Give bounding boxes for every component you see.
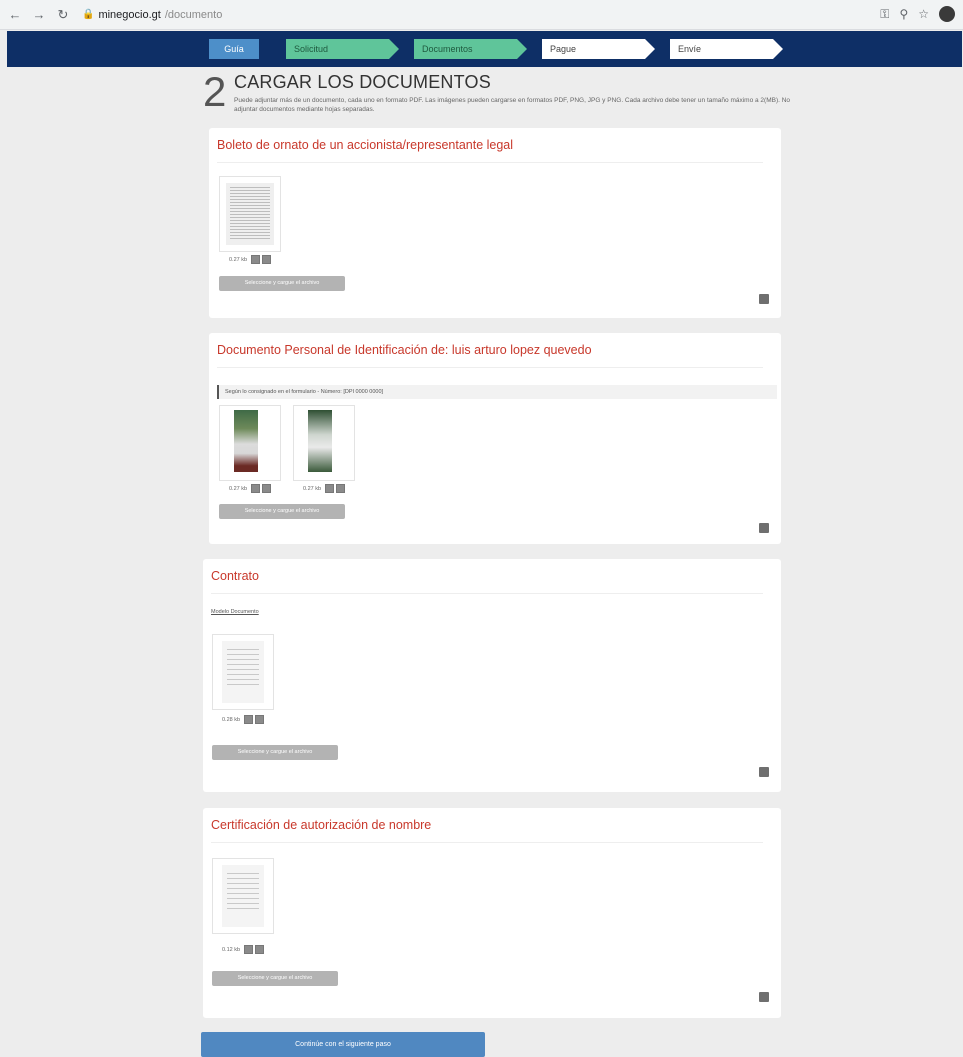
avatar[interactable] (939, 6, 955, 22)
file-size: 0.27 kb (229, 256, 248, 263)
file-meta: 0.27 kb (229, 255, 272, 264)
help-icon[interactable] (759, 294, 769, 304)
divider (211, 842, 763, 843)
step-navigation: Guía Solicitud Documentos Pague Envíe (7, 31, 962, 67)
upload-button[interactable]: Seleccione y cargue el archivo (212, 971, 338, 986)
file-thumbnail[interactable] (219, 405, 281, 481)
file-thumbnail[interactable] (212, 858, 274, 934)
document-card-certificacion: Certificación de autorización de nombre … (203, 808, 781, 1018)
divider (217, 162, 763, 163)
url-path: /documento (164, 8, 223, 21)
url-host: minegocio.gt (98, 8, 161, 21)
view-file-icon[interactable] (251, 484, 261, 493)
document-card-boleto: Boleto de ornato de un accionista/repres… (209, 128, 781, 318)
step-documentos[interactable]: Documentos (414, 39, 527, 59)
delete-file-icon[interactable] (255, 715, 265, 724)
browser-toolbar: ← → ↻ 🔒 minegocio.gt/documento ⚿ ⚲ ☆ (0, 0, 963, 30)
page-title: CARGAR LOS DOCUMENTOS (234, 72, 491, 92)
file-size: 0.12 kb (222, 946, 241, 953)
view-file-icon[interactable] (251, 255, 261, 264)
file-meta: 0.27 kb (303, 484, 346, 493)
lock-icon: 🔒 (82, 9, 95, 20)
view-file-icon[interactable] (244, 945, 254, 954)
help-icon[interactable] (759, 767, 769, 777)
card-title: Certificación de autorización de nombre (211, 818, 432, 832)
star-icon[interactable]: ☆ (918, 7, 929, 21)
file-meta: 0.28 kb (222, 715, 265, 724)
view-file-icon[interactable] (325, 484, 335, 493)
key-icon[interactable]: ⚿ (880, 7, 889, 22)
card-title: Documento Personal de Identificación de:… (217, 343, 592, 357)
file-meta: 0.12 kb (222, 945, 265, 954)
upload-button[interactable]: Seleccione y cargue el archivo (219, 276, 345, 291)
card-title: Contrato (211, 569, 259, 583)
file-thumbnail[interactable] (219, 176, 281, 252)
help-icon[interactable] (759, 523, 769, 533)
file-meta: 0.27 kb (229, 484, 272, 493)
card-title: Boleto de ornato de un accionista/repres… (217, 138, 514, 152)
step-solicitud[interactable]: Solicitud (286, 39, 399, 59)
continue-button[interactable]: Continúe con el siguiente paso (201, 1032, 485, 1057)
file-size: 0.27 kb (229, 485, 248, 492)
upload-button[interactable]: Seleccione y cargue el archivo (212, 745, 338, 760)
step-envie[interactable]: Envíe (670, 39, 783, 59)
reload-icon[interactable]: ↻ (54, 6, 72, 24)
forward-icon[interactable]: → (30, 6, 48, 24)
file-size: 0.28 kb (222, 716, 241, 723)
back-icon[interactable]: ← (6, 6, 24, 24)
step-ayuda[interactable]: Guía (209, 39, 259, 59)
upload-button[interactable]: Seleccione y cargue el archivo (219, 504, 345, 519)
help-icon[interactable] (759, 992, 769, 1002)
notice-text: Según lo consignado en el formulario - N… (217, 385, 777, 399)
model-document-link[interactable]: Modelo Documento (211, 609, 259, 615)
instructions-text: Puede adjuntar más de un documento, cada… (234, 97, 791, 113)
file-thumbnail[interactable] (212, 634, 274, 710)
delete-file-icon[interactable] (262, 484, 272, 493)
divider (211, 593, 763, 594)
zoom-icon[interactable]: ⚲ (899, 7, 908, 21)
divider (217, 367, 763, 368)
delete-file-icon[interactable] (336, 484, 346, 493)
file-thumbnail[interactable] (293, 405, 355, 481)
view-file-icon[interactable] (244, 715, 254, 724)
step-pague[interactable]: Pague (542, 39, 655, 59)
step-number: 2 (203, 68, 227, 115)
document-card-dpi: Documento Personal de Identificación de:… (209, 333, 781, 544)
file-size: 0.27 kb (303, 485, 322, 492)
delete-file-icon[interactable] (262, 255, 272, 264)
address-bar[interactable]: 🔒 minegocio.gt/documento (82, 9, 222, 21)
delete-file-icon[interactable] (255, 945, 265, 954)
document-card-contrato: Contrato Modelo Documento 0.28 kb Selecc… (203, 559, 781, 792)
